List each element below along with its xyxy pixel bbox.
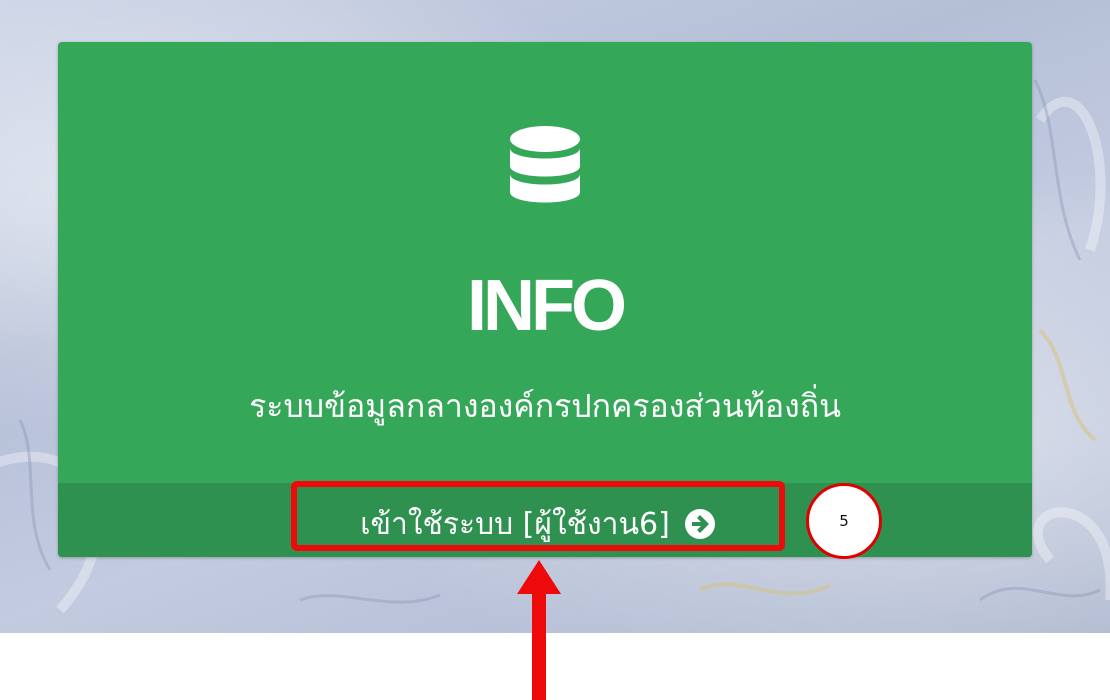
info-card[interactable]: INFO ระบบข้อมูลกลางองค์กรปกครองส่วนท้องถ… [58, 42, 1032, 557]
screenshot-stage: INFO ระบบข้อมูลกลางองค์กรปกครองส่วนท้องถ… [0, 0, 1110, 700]
step-number: 5 [839, 512, 849, 530]
highlight-box [291, 481, 785, 551]
red-up-arrow-icon [517, 560, 561, 700]
card-title: INFO [467, 266, 627, 346]
card-subtitle: ระบบข้อมูลกลางองค์กรปกครองส่วนท้องถิ่น [249, 387, 841, 425]
step-badge: 5 [806, 483, 882, 559]
database-icon [510, 126, 580, 203]
